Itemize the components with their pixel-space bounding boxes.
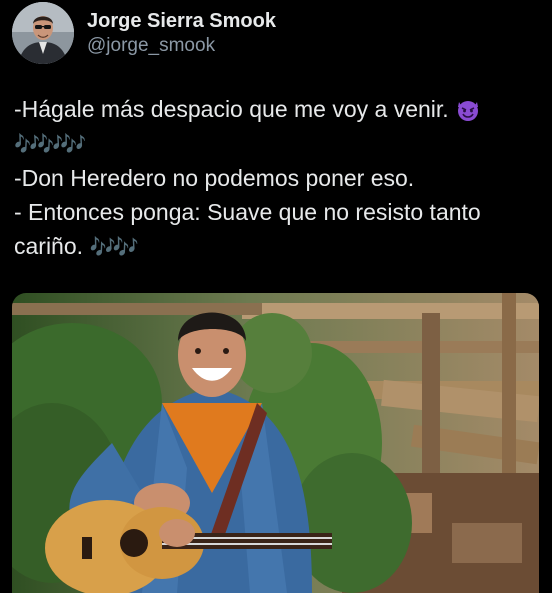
tweet-text: -Hágale más despacio que me voy a venir.… — [14, 92, 539, 264]
photo-man-with-guitar-icon — [12, 293, 539, 593]
tweet-line-text: - Entonces ponga: Suave que no resisto t… — [14, 199, 481, 225]
tweet-line-notes: 🎶🎶🎶 — [14, 126, 539, 161]
tweet-line-text: cariño. — [14, 233, 84, 259]
tweet-line-3: - Entonces ponga: Suave que no resisto t… — [14, 195, 539, 229]
avatar[interactable] — [12, 2, 74, 64]
tweet-card: Jorge Sierra Smook @jorge_smook -Hágale … — [0, 0, 552, 593]
tweet-line-text: -Hágale más despacio que me voy a venir. — [14, 96, 449, 122]
tweet-media-photo[interactable] — [12, 293, 539, 593]
author-names: Jorge Sierra Smook @jorge_smook — [87, 9, 276, 58]
profile-photo-icon — [12, 2, 74, 64]
author-display-name[interactable]: Jorge Sierra Smook — [87, 9, 276, 33]
smiling-devil-emoji-icon — [457, 101, 478, 121]
tweet-line-text: -Don Heredero no podemos poner eso. — [14, 165, 415, 191]
music-notes-icon: 🎶🎶🎶 — [14, 132, 86, 156]
tweet-line-4: cariño. 🎶🎶 — [14, 229, 539, 264]
tweet-line-1: -Hágale más despacio que me voy a venir. — [14, 92, 539, 126]
tweet-line-2: -Don Heredero no podemos poner eso. — [14, 161, 539, 195]
tweet-header: Jorge Sierra Smook @jorge_smook — [12, 2, 276, 64]
music-notes-icon: 🎶🎶 — [89, 235, 138, 259]
author-handle[interactable]: @jorge_smook — [87, 34, 276, 58]
